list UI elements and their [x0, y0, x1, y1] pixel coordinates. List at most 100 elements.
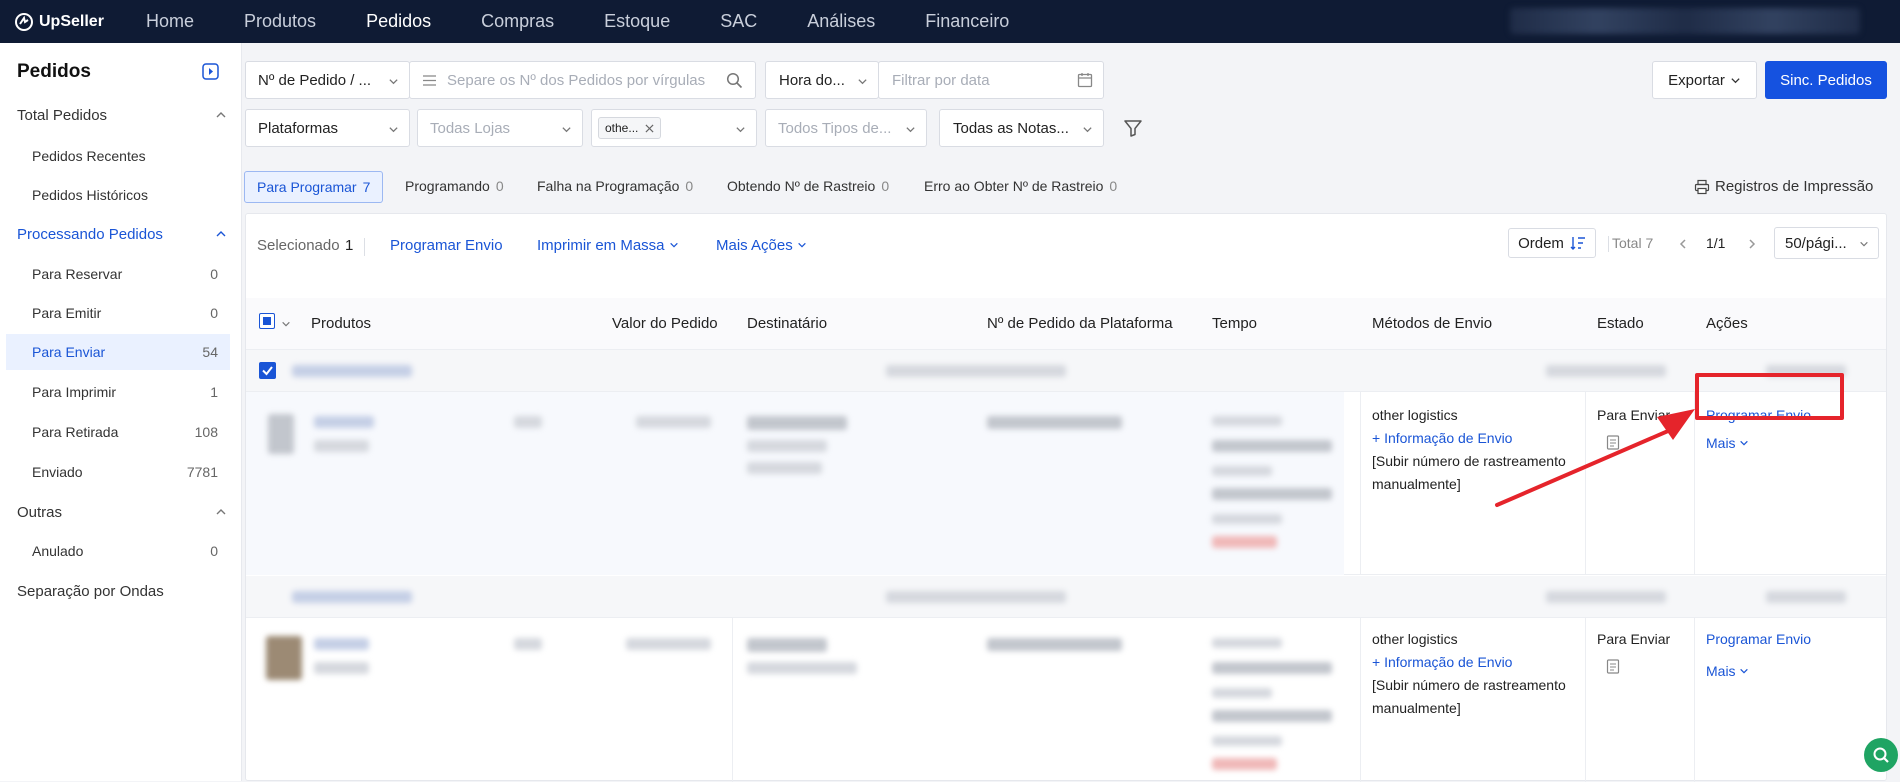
row-checkbox-checked[interactable] — [259, 362, 276, 379]
tab-count: 0 — [495, 178, 504, 194]
print-records-link[interactable]: Registros de Impressão — [1694, 171, 1873, 203]
nav-pedidos[interactable]: Pedidos — [366, 11, 431, 32]
top-nav-bar: UpSeller Home Produtos Pedidos Compras E… — [0, 0, 1900, 43]
collapse-sidebar-icon[interactable] — [202, 63, 219, 80]
column-metodos-envio: Métodos de Envio — [1372, 315, 1493, 332]
sidebar-item-para-imprimir[interactable]: Para Imprimir 1 — [6, 374, 230, 410]
column-estado: Estado — [1597, 315, 1644, 332]
blurred-order-id[interactable] — [292, 591, 412, 603]
chevron-down-icon — [562, 127, 571, 133]
blurred-sku[interactable] — [314, 416, 374, 428]
tab-programando[interactable]: Programando 0 — [405, 171, 504, 203]
sidebar-group-outras[interactable]: Outras — [17, 504, 227, 521]
chevron-down-icon — [1083, 127, 1092, 133]
sidebar-item-enviado[interactable]: Enviado 7781 — [6, 454, 230, 490]
chevron-right-icon[interactable] — [1746, 238, 1758, 250]
blurred-order-id[interactable] — [292, 365, 412, 377]
chevron-down-icon[interactable] — [281, 319, 291, 329]
platforms-select[interactable]: Plataformas — [245, 109, 410, 147]
logistics-tag[interactable]: othe... — [598, 117, 662, 139]
nav-produtos[interactable]: Produtos — [244, 11, 316, 32]
filter-funnel-icon[interactable] — [1123, 118, 1143, 138]
chevron-down-icon — [858, 79, 867, 85]
blurred-info — [886, 591, 1066, 603]
manual-tracking-link[interactable]: [Subir número de rastreamento manualment… — [1372, 674, 1582, 720]
tab-erro-rastreio[interactable]: Erro ao Obter Nº de Rastreio 0 — [924, 171, 1117, 203]
nav-sac[interactable]: SAC — [720, 11, 757, 32]
order-search-input[interactable]: Separe os Nº dos Pedidos por vírgulas — [409, 61, 756, 99]
nav-financeiro[interactable]: Financeiro — [925, 11, 1009, 32]
sidebar-item-pedidos-historicos[interactable]: Pedidos Históricos — [6, 177, 230, 213]
more-actions-label: Mais Ações — [716, 237, 793, 254]
page-size-select[interactable]: 50/pági... — [1774, 227, 1879, 259]
floating-search-button[interactable] — [1864, 738, 1898, 772]
brand-logo[interactable]: UpSeller — [14, 12, 146, 32]
bulk-print-button[interactable]: Imprimir em Massa — [537, 234, 679, 257]
blurred-sku[interactable] — [314, 638, 369, 650]
sort-order-button[interactable]: Ordem — [1508, 228, 1596, 258]
tab-falha-programacao[interactable]: Falha na Programação 0 — [537, 171, 693, 203]
chevron-left-icon[interactable] — [1677, 238, 1689, 250]
nav-analises[interactable]: Análises — [807, 11, 875, 32]
product-thumbnail[interactable] — [268, 414, 294, 454]
date-filter-input[interactable]: Filtrar por data — [878, 61, 1104, 99]
blurred-deadline — [1212, 758, 1277, 770]
sync-orders-button[interactable]: Sinc. Pedidos — [1765, 61, 1887, 99]
sidebar-item-para-retirada[interactable]: Para Retirada 108 — [6, 414, 230, 450]
tab-count: 0 — [881, 178, 890, 194]
sidebar-item-pedidos-recentes[interactable]: Pedidos Recentes — [6, 138, 230, 174]
blurred-platform-order[interactable] — [987, 638, 1122, 651]
chevron-down-icon — [1860, 241, 1868, 247]
blurred-recipient — [747, 440, 827, 452]
sidebar-group-total[interactable]: Total Pedidos — [17, 107, 227, 124]
nav-estoque[interactable]: Estoque — [604, 11, 670, 32]
sidebar-item-para-emitir[interactable]: Para Emitir 0 — [6, 295, 230, 331]
bulk-program-shipping-button[interactable]: Programar Envio — [390, 234, 503, 257]
chevron-down-icon — [736, 127, 745, 133]
user-toolbar-blurred[interactable] — [1510, 8, 1860, 34]
tab-para-programar[interactable]: Para Programar 7 — [244, 171, 384, 203]
types-select[interactable]: Todos Tipos de... — [765, 109, 927, 147]
blurred-qty — [514, 638, 542, 650]
bulk-print-label: Imprimir em Massa — [537, 237, 665, 254]
table-row: other logistics + Informação de Envio [S… — [246, 618, 1886, 782]
sidebar-item-para-enviar[interactable]: Para Enviar 54 — [6, 334, 230, 370]
tab-obtendo-rastreio[interactable]: Obtendo Nº de Rastreio 0 — [727, 171, 889, 203]
search-icon[interactable] — [726, 72, 743, 89]
stores-select[interactable]: Todas Lojas — [417, 109, 583, 147]
sidebar-item-label: Pedidos Recentes — [32, 148, 146, 164]
tab-count: 0 — [1109, 178, 1118, 194]
notes-select[interactable]: Todas as Notas... — [939, 109, 1104, 147]
select-value: Nº de Pedido / ... — [258, 71, 372, 89]
time-type-select[interactable]: Hora do... — [765, 61, 879, 99]
select-all-checkbox[interactable] — [259, 313, 275, 329]
sidebar-group-processando[interactable]: Processando Pedidos — [17, 226, 227, 243]
sidebar-item-para-reservar[interactable]: Para Reservar 0 — [6, 256, 230, 292]
blurred-time — [1212, 440, 1332, 452]
blurred-platform-order[interactable] — [987, 416, 1122, 429]
total-count: Total 7 — [1612, 235, 1654, 251]
list-icon — [423, 74, 436, 86]
select-placeholder: Todas Lojas — [430, 119, 511, 137]
chevron-up-icon — [216, 112, 226, 118]
sidebar-item-anulado[interactable]: Anulado 0 — [6, 533, 230, 569]
clipboard-icon[interactable] — [1606, 658, 1620, 674]
logistics-select[interactable]: othe... — [591, 109, 757, 147]
more-menu-button[interactable]: Mais — [1706, 660, 1749, 683]
blurred-time — [1212, 688, 1272, 698]
nav-compras[interactable]: Compras — [481, 11, 554, 32]
more-actions-button[interactable]: Mais Ações — [716, 234, 807, 257]
close-icon[interactable] — [645, 123, 654, 133]
tab-label: Erro ao Obter Nº de Rastreio — [924, 178, 1104, 194]
product-thumbnail[interactable] — [266, 636, 302, 680]
order-number-type-select[interactable]: Nº de Pedido / ... — [245, 61, 410, 99]
export-button[interactable]: Exportar — [1652, 61, 1757, 99]
sidebar-item-separacao-ondas[interactable]: Separação por Ondas — [17, 583, 227, 600]
nav-home[interactable]: Home — [146, 11, 194, 32]
blurred-time — [1212, 710, 1332, 722]
chevron-down-icon — [1731, 77, 1740, 83]
printer-icon — [1694, 179, 1710, 195]
program-shipping-button[interactable]: Programar Envio — [1706, 628, 1811, 651]
chevron-up-icon — [216, 509, 226, 515]
add-shipping-info-link[interactable]: + Informação de Envio — [1372, 651, 1512, 674]
